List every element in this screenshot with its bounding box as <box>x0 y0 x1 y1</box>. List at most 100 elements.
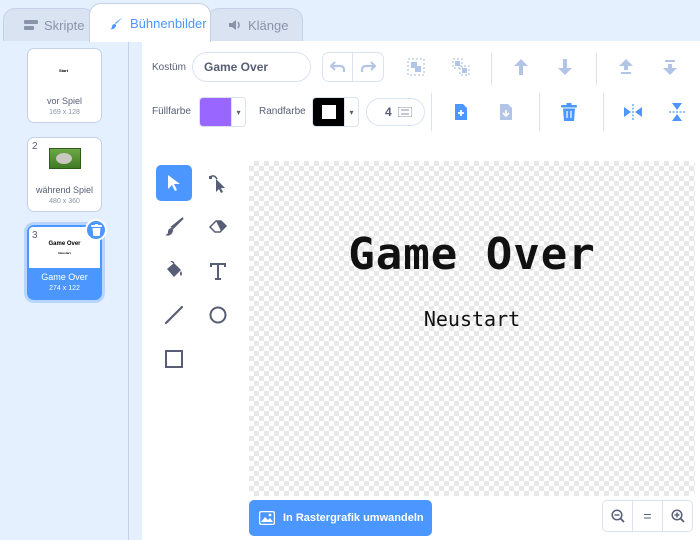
trash-icon <box>561 103 577 121</box>
flip-vertical-button[interactable] <box>665 100 689 124</box>
costume-size: 169 x 128 <box>49 109 80 116</box>
redo-icon <box>360 61 376 72</box>
code-icon <box>24 20 38 30</box>
send-to-back-icon <box>663 60 677 75</box>
reshape-tool[interactable] <box>200 165 236 201</box>
front-button[interactable] <box>614 55 638 79</box>
convert-label: In Rastergrafik umwandeln <box>283 512 424 524</box>
ungroup-icon <box>452 58 470 76</box>
cursor-icon <box>168 175 180 191</box>
forward-button[interactable] <box>509 55 533 79</box>
undo-redo-group <box>322 52 384 82</box>
divider <box>603 93 604 131</box>
select-tool[interactable] <box>156 165 192 201</box>
thumbnail-rock <box>56 153 72 164</box>
costume-size: 274 x 122 <box>49 285 80 292</box>
line-icon <box>164 305 184 325</box>
outline-color-picker[interactable]: ▾ <box>312 97 359 127</box>
paste-icon <box>500 104 512 120</box>
caret-down-icon: ▾ <box>344 98 358 126</box>
costume-thumbnail <box>49 148 81 169</box>
fill-color-picker[interactable]: ▾ <box>199 97 246 127</box>
bring-to-front-icon <box>619 59 633 74</box>
drawing-canvas[interactable]: Game Over Neustart <box>249 161 695 496</box>
fill-swatch <box>200 98 231 126</box>
text-icon <box>210 263 226 280</box>
costume-item[interactable]: 2 während Spiel 480 x 360 <box>27 137 102 212</box>
zoom-out-icon <box>610 509 625 523</box>
eraser-tool[interactable] <box>200 209 236 245</box>
costume-list: 1 Start vor Spiel 169 x 128 2 während Sp… <box>0 41 129 540</box>
zoom-in-icon <box>670 509 685 523</box>
delete-button[interactable] <box>557 100 581 124</box>
line-tool[interactable] <box>156 297 192 333</box>
costume-thumbnail: Start <box>30 51 97 90</box>
flip-horizontal-icon <box>624 104 642 120</box>
costume-number: 3 <box>32 230 38 241</box>
stroke-width-icon <box>397 107 412 117</box>
costume-size: 480 x 360 <box>49 198 80 205</box>
speaker-icon <box>229 20 240 30</box>
outline-swatch-inner <box>321 105 336 119</box>
outline-label: Randfarbe <box>259 106 306 117</box>
back-button[interactable] <box>658 55 682 79</box>
caret-down-icon: ▾ <box>231 98 245 126</box>
trash-icon <box>90 224 102 236</box>
divider <box>539 93 540 131</box>
ungroup-button[interactable] <box>449 55 473 79</box>
costume-name: vor Spiel <box>46 96 82 106</box>
zoom-out-button[interactable] <box>603 501 633 531</box>
costume-item-selected[interactable]: 3 Game Over Neustart Game Over 274 x 122 <box>27 219 107 300</box>
costume-name-input[interactable]: Game Over <box>192 52 311 82</box>
stroke-width-value: 4 <box>385 105 392 119</box>
tab-label: Bühnenbilder <box>130 15 207 31</box>
text-tool[interactable] <box>200 253 236 289</box>
group-button[interactable] <box>404 55 428 79</box>
paint-editor: Kostüm Game Over Füllfarbe ▾ Randfarbe ▾… <box>142 41 700 540</box>
group-icon <box>407 58 425 76</box>
brush-icon <box>165 217 184 236</box>
tab-scripts[interactable]: Skripte <box>3 8 95 41</box>
divider <box>596 53 597 85</box>
flip-horizontal-button[interactable] <box>621 100 645 124</box>
zoom-controls: = <box>602 500 693 532</box>
thumbnail-text: Start <box>58 68 69 73</box>
canvas-subtitle-text[interactable]: Neustart <box>249 307 695 331</box>
arrow-down-icon <box>558 59 572 75</box>
costume-name: während Spiel <box>35 185 94 195</box>
tab-sounds[interactable]: Klänge <box>207 8 303 41</box>
delete-costume-button[interactable] <box>85 219 107 241</box>
rectangle-tool[interactable] <box>156 341 192 377</box>
arrow-up-icon <box>514 59 528 75</box>
brush-tool[interactable] <box>156 209 192 245</box>
copy-icon <box>455 104 467 120</box>
paint-bucket-icon <box>167 261 182 277</box>
paste-button[interactable] <box>494 100 518 124</box>
tab-costumes[interactable]: Bühnenbilder <box>89 3 211 42</box>
costume-name: Game Over <box>41 272 88 282</box>
flip-vertical-icon <box>669 103 685 121</box>
convert-to-bitmap-button[interactable]: In Rastergrafik umwandeln <box>249 500 432 536</box>
zoom-in-button[interactable] <box>663 501 692 531</box>
backward-button[interactable] <box>553 55 577 79</box>
copy-button[interactable] <box>449 100 473 124</box>
rectangle-icon <box>165 350 183 368</box>
canvas-title-text[interactable]: Game Over <box>249 229 695 280</box>
reshape-icon <box>209 175 225 193</box>
editor-tabs: Skripte Bühnenbilder Klänge <box>0 0 700 42</box>
costume-item[interactable]: 1 Start vor Spiel 169 x 128 <box>27 48 102 123</box>
undo-icon <box>329 61 345 72</box>
stroke-width-input[interactable]: 4 <box>366 98 425 126</box>
circle-icon <box>209 306 227 324</box>
thumbnail-subtitle: Neustart <box>58 251 71 255</box>
tab-label: Skripte <box>44 17 85 33</box>
divider <box>431 93 432 131</box>
zoom-reset-button[interactable]: = <box>633 501 663 531</box>
redo-button[interactable] <box>353 52 384 82</box>
circle-tool[interactable] <box>200 297 236 333</box>
undo-button[interactable] <box>322 52 353 82</box>
divider <box>491 53 492 85</box>
fill-tool[interactable] <box>156 253 192 289</box>
costume-number: 2 <box>32 141 38 152</box>
fill-label: Füllfarbe <box>152 106 191 117</box>
